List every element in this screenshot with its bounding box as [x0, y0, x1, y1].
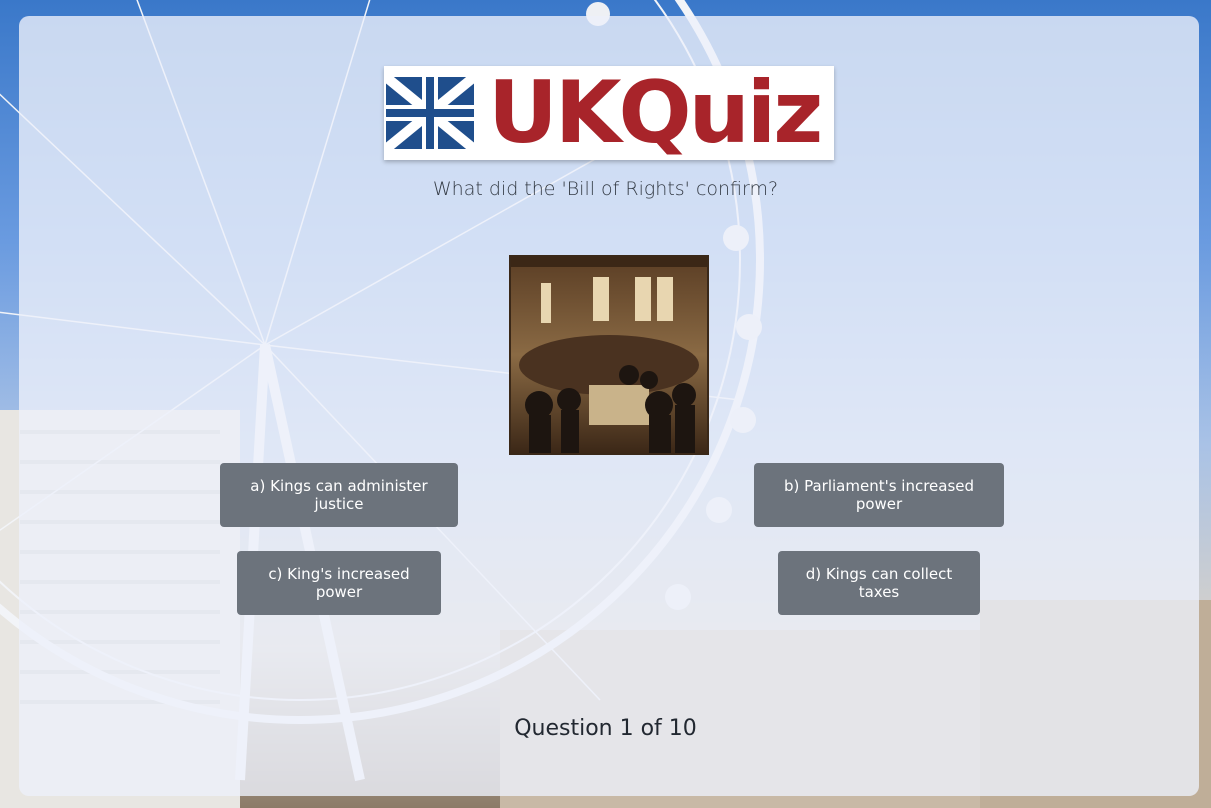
- question-progress: Question 1 of 10: [514, 716, 697, 741]
- question-text: What did the 'Bill of Rights' confirm?: [432, 178, 779, 200]
- answer-d-button[interactable]: d) Kings can collect taxes: [778, 551, 980, 615]
- ukquiz-logo: UKQuiz: [384, 66, 834, 160]
- answer-a-button[interactable]: a) Kings can administer justice: [220, 463, 458, 527]
- union-jack-icon: [386, 77, 474, 149]
- logo-wordmark: UKQuiz: [488, 63, 823, 163]
- bill-of-rights-painting: [509, 255, 709, 455]
- answer-c-button[interactable]: c) King's increased power: [237, 551, 441, 615]
- answer-b-button[interactable]: b) Parliament's increased power: [754, 463, 1004, 527]
